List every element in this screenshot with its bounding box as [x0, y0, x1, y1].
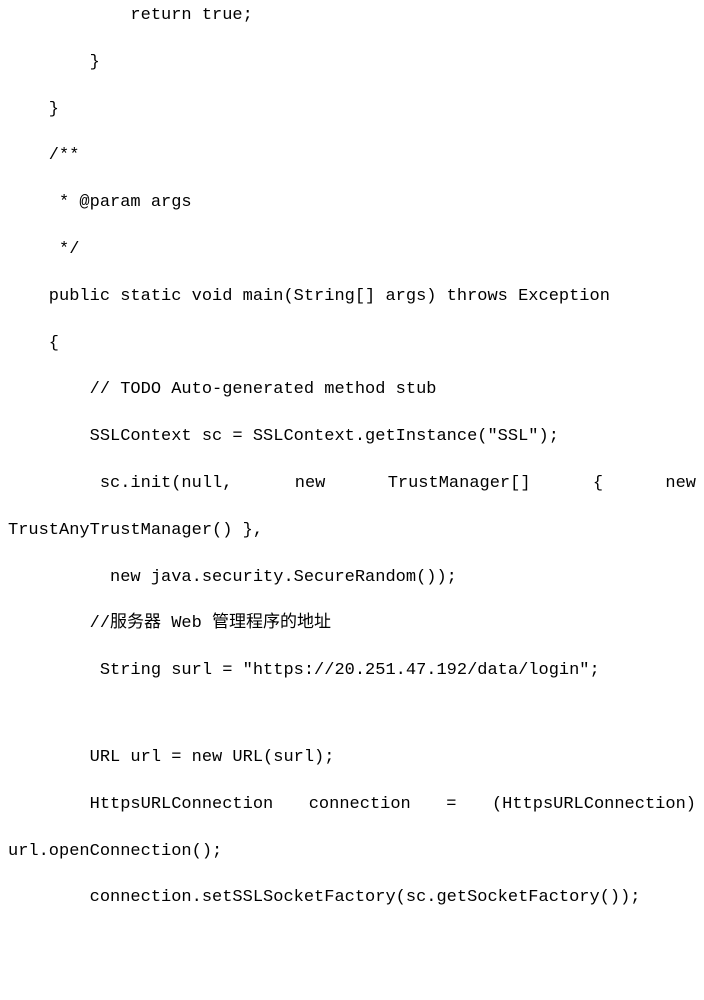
code-line: //服务器 Web 管理程序的地址 [8, 612, 696, 636]
code-line: */ [8, 238, 696, 262]
code-fragment: sc.init(null, [8, 472, 232, 496]
code-line: /** [8, 144, 696, 168]
code-line: url.openConnection(); [8, 840, 696, 864]
code-line: return true; [8, 4, 696, 28]
code-fragment: { [593, 472, 603, 496]
code-fragment: TrustManager[] [388, 472, 531, 496]
blank-line [8, 706, 696, 723]
code-line: URL url = new URL(surl); [8, 746, 696, 770]
code-line: } [8, 51, 696, 75]
code-line: TrustAnyTrustManager() }, [8, 519, 696, 543]
code-fragment: = [446, 793, 456, 817]
code-fragment: connection [309, 793, 411, 817]
code-line: { [8, 332, 696, 356]
code-fragment: new [665, 472, 696, 496]
code-line: } [8, 98, 696, 122]
code-line: String surl = "https://20.251.47.192/dat… [8, 659, 696, 683]
code-line: connection.setSSLSocketFactory(sc.getSoc… [8, 886, 696, 910]
code-line: // TODO Auto-generated method stub [8, 378, 696, 402]
code-line: * @param args [8, 191, 696, 215]
code-line: sc.init(null, new TrustManager[] { new [8, 472, 696, 496]
code-line: new java.security.SecureRandom()); [8, 566, 696, 590]
code-fragment: new [295, 472, 326, 496]
code-fragment: HttpsURLConnection [8, 793, 273, 817]
code-line: SSLContext sc = SSLContext.getInstance("… [8, 425, 696, 449]
code-line: public static void main(String[] args) t… [8, 285, 696, 309]
code-fragment: (HttpsURLConnection) [492, 793, 696, 817]
code-block: return true; } } /** * @param args */ pu… [0, 0, 704, 941]
code-line: HttpsURLConnection connection = (HttpsUR… [8, 793, 696, 817]
